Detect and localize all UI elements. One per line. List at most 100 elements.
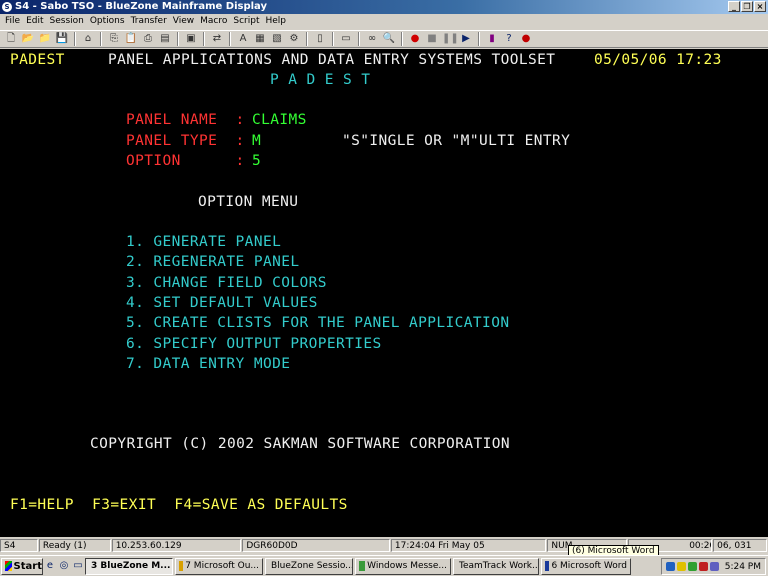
restore-button[interactable]: ❐ (741, 1, 753, 12)
stop-icon[interactable]: ■ (425, 32, 439, 46)
panel-type-label: PANEL TYPE : (126, 133, 245, 149)
task-outlook[interactable]: 7 Microsoft Ou... (175, 557, 263, 575)
keypad-icon[interactable]: ▦ (253, 32, 267, 46)
folder-icon[interactable]: 📁 (38, 32, 52, 46)
play-icon[interactable]: ▶ (459, 32, 473, 46)
menu-options[interactable]: Options (87, 14, 128, 28)
toolbar-separator (100, 32, 102, 46)
menu-option-6[interactable]: 6. SPECIFY OUTPUT PROPERTIES (126, 335, 382, 353)
home-icon[interactable]: ⌂ (81, 32, 95, 46)
screen-icon[interactable]: ▧ (270, 32, 284, 46)
window-title: S4 - Sabo TSO - BlueZone Mainframe Displ… (15, 1, 268, 12)
save-icon[interactable]: 💾 (55, 32, 69, 46)
window-icon[interactable]: ▭ (339, 32, 353, 46)
minimize-button[interactable]: _ (728, 1, 740, 12)
datetime: 05/05/06 17:23 (594, 52, 722, 68)
status-lu: DGR60D0D (242, 539, 390, 552)
messenger-icon (359, 561, 366, 571)
toolbar-separator (306, 32, 308, 46)
copy-icon[interactable]: ⎘ (107, 32, 121, 46)
task-label: 6 Microsoft Word (551, 560, 627, 571)
ie-icon[interactable]: e (43, 559, 57, 573)
macro-icon[interactable]: ∞ (365, 32, 379, 46)
volume-icon[interactable] (709, 562, 719, 571)
messenger-tray-icon[interactable] (676, 562, 686, 571)
task-label: 3 BlueZone M... (91, 560, 171, 571)
outlook-task-icon (179, 561, 184, 571)
status-cursor: 06, 031 (713, 539, 767, 552)
new-icon[interactable]: 🗋 (4, 32, 18, 46)
menu-file[interactable]: File (2, 14, 23, 28)
menu-option-3[interactable]: 3. CHANGE FIELD COLORS (126, 274, 327, 292)
panel-name-field[interactable]: CLAIMS (252, 111, 307, 129)
system-tray: 5:24 PM (660, 558, 766, 575)
app-icon[interactable]: S (2, 2, 12, 12)
task-messenger[interactable]: Windows Messe... (355, 557, 451, 575)
word-icon (545, 561, 550, 571)
task-teamtrack[interactable]: TeamTrack Work... (453, 557, 539, 575)
status-ip: 10.253.60.129 (111, 539, 242, 552)
record-icon[interactable]: ● (408, 32, 422, 46)
menu-macro[interactable]: Macro (197, 14, 230, 28)
menu-option-2[interactable]: 2. REGENERATE PANEL (126, 253, 299, 271)
toolbar-separator (229, 32, 231, 46)
menu-transfer[interactable]: Transfer (128, 14, 170, 28)
outlook-icon[interactable]: ◎ (57, 559, 71, 573)
network-icon[interactable] (665, 562, 675, 571)
toolbar-separator (478, 32, 480, 46)
status-state: Ready (1) (38, 539, 111, 552)
task-label: BlueZone Sessio... (271, 560, 353, 571)
menu-bar: File Edit Session Options Transfer View … (0, 14, 768, 28)
menu-session[interactable]: Session (47, 14, 87, 28)
transfer-icon[interactable]: ⇄ (210, 32, 224, 46)
help-icon[interactable]: ? (502, 32, 516, 46)
menu-option-4[interactable]: 4. SET DEFAULT VALUES (126, 294, 318, 312)
paste-icon[interactable]: 📋 (124, 32, 138, 46)
settings-icon[interactable]: ⚙ (287, 32, 301, 46)
function-keys[interactable]: F1=HELP F3=EXIT F4=SAVE AS DEFAULTS (10, 496, 348, 514)
menu-help[interactable]: Help (263, 14, 290, 28)
find-icon[interactable]: 🔍 (382, 32, 396, 46)
toolbar-separator (74, 32, 76, 46)
option-field[interactable]: 5 (252, 152, 261, 170)
apple-icon[interactable]: ● (519, 32, 533, 46)
toolbar-separator (401, 32, 403, 46)
document-icon[interactable]: ▯ (313, 32, 327, 46)
print-screen-icon[interactable]: ▤ (158, 32, 172, 46)
menu-edit[interactable]: Edit (23, 14, 46, 28)
task-label: Windows Messe... (367, 560, 447, 571)
display-icon[interactable]: ▣ (184, 32, 198, 46)
terminal-screen[interactable]: PADEST PANEL APPLICATIONS AND DATA ENTRY… (0, 49, 768, 537)
panel-type-hint: "S"INGLE OR "M"ULTI ENTRY (342, 133, 571, 149)
menu-option-5[interactable]: 5. CREATE CLISTS FOR THE PANEL APPLICATI… (126, 314, 509, 332)
task-bluezone[interactable]: 3 BlueZone M... (85, 557, 173, 575)
book-icon[interactable]: ▮ (485, 32, 499, 46)
task-label: TeamTrack Work... (459, 560, 539, 571)
menu-option-1[interactable]: 1. GENERATE PANEL (126, 233, 281, 251)
screen-subtitle: P A D E S T (270, 72, 371, 88)
task-word[interactable]: 6 Microsoft Word (541, 557, 631, 575)
close-button[interactable]: × (754, 1, 766, 12)
taskbar: Start e ◎ ▭ 3 BlueZone M... 7 Microsoft … (0, 555, 768, 576)
menu-view[interactable]: View (170, 14, 197, 28)
status-tray-icon[interactable] (687, 562, 697, 571)
status-session: S4 (0, 539, 38, 552)
toolbar-separator (177, 32, 179, 46)
menu-option-7[interactable]: 7. DATA ENTRY MODE (126, 355, 290, 373)
pause-icon[interactable]: ❚❚ (442, 32, 459, 46)
option-label: OPTION : (126, 153, 245, 169)
panel-name-label: PANEL NAME : (126, 112, 245, 128)
clock[interactable]: 5:24 PM (725, 562, 761, 572)
alert-tray-icon[interactable] (698, 562, 708, 571)
start-label: Start (13, 560, 42, 572)
menu-script[interactable]: Script (230, 14, 262, 28)
font-icon[interactable]: A (236, 32, 250, 46)
panel-type-field[interactable]: M (252, 132, 261, 150)
start-button[interactable]: Start (1, 557, 43, 575)
screen-id: PADEST (10, 52, 65, 68)
task-bluezone-session[interactable]: BlueZone Sessio... (265, 557, 353, 575)
print-icon[interactable]: ⎙ (141, 32, 155, 46)
desktop-icon[interactable]: ▭ (71, 559, 85, 573)
open-icon[interactable]: 📂 (21, 32, 35, 46)
toolbar-separator (358, 32, 360, 46)
